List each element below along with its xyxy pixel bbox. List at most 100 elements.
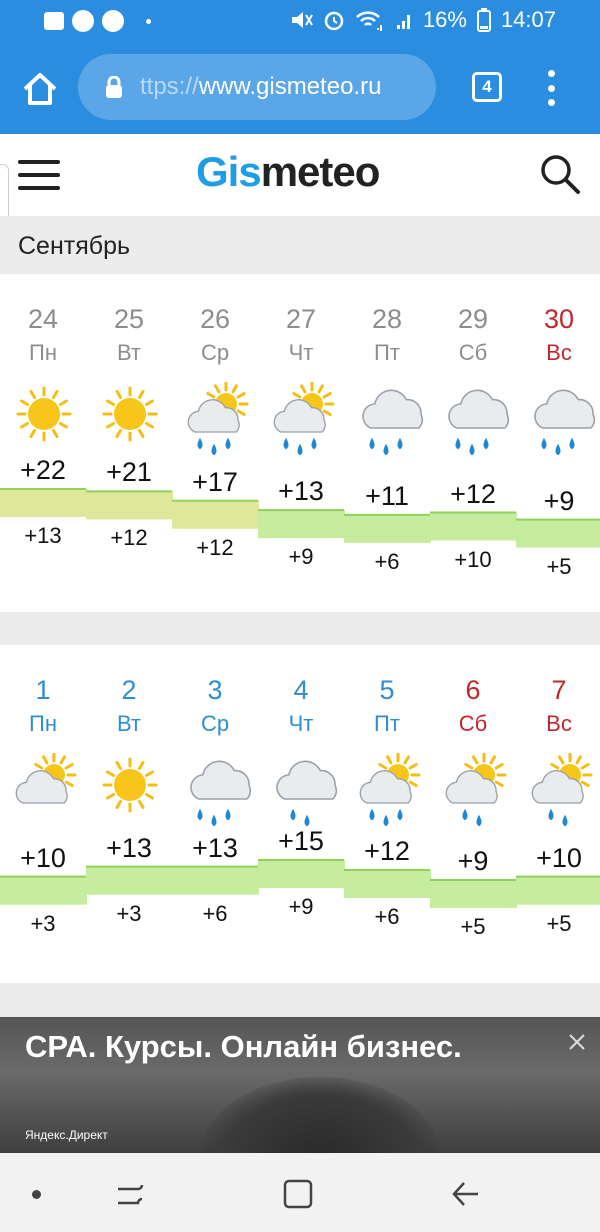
day-name: Пт bbox=[374, 340, 400, 365]
day-number: 4 bbox=[293, 675, 309, 705]
day-name: Вт bbox=[116, 711, 142, 736]
day-column[interactable]: 2 Вт +13 +3 bbox=[86, 645, 172, 983]
sun-cloud-icon bbox=[15, 753, 77, 804]
temp-min: +5 bbox=[546, 553, 572, 579]
day-name: Пт bbox=[374, 711, 400, 736]
gallery-notification-icon bbox=[44, 12, 64, 30]
day-number: 2 bbox=[121, 675, 137, 705]
temp-max: +9 bbox=[457, 846, 489, 876]
hamburger-menu-icon[interactable] bbox=[18, 160, 60, 190]
day-column[interactable]: 24 Пн +22 +13 bbox=[0, 274, 86, 612]
cloud-rain-icon bbox=[448, 389, 510, 456]
temp-min: +6 bbox=[374, 548, 400, 574]
url-host: www.gismeteo.ru bbox=[198, 73, 382, 100]
temp-max: +15 bbox=[278, 826, 324, 856]
signal-icon bbox=[396, 15, 410, 29]
day-column[interactable]: 27 Чт +13 +9 bbox=[258, 274, 344, 612]
home-icon[interactable] bbox=[20, 69, 60, 109]
temp-min: +9 bbox=[288, 894, 314, 919]
day-column[interactable]: 6 Сб +9 +5 bbox=[430, 645, 516, 983]
temp-min: +12 bbox=[110, 525, 148, 551]
day-column[interactable]: 7 Вс +10 +5 bbox=[516, 645, 600, 983]
nav-dot-icon[interactable] bbox=[32, 1190, 41, 1199]
day-column[interactable]: 29 Сб +12 +10 bbox=[430, 274, 516, 612]
temp-min: +3 bbox=[30, 910, 56, 936]
cloud-rain-icon bbox=[362, 389, 424, 456]
search-icon[interactable] bbox=[538, 152, 582, 196]
temp-max: +9 bbox=[543, 485, 575, 516]
temp-min: +12 bbox=[196, 534, 234, 560]
browser-toolbar: ttps://www.gismeteo.ru 4 bbox=[0, 44, 600, 134]
sun-icon bbox=[102, 386, 158, 442]
bank-notification-icon bbox=[72, 10, 94, 32]
day-number: 7 bbox=[551, 675, 567, 705]
ad-headline[interactable]: СРА. Курсы. Онлайн бизнес. bbox=[25, 1029, 462, 1065]
sun-cloud-light-rain-icon bbox=[445, 753, 507, 827]
battery-percent: 16% bbox=[422, 7, 467, 32]
temp-min: +3 bbox=[116, 900, 142, 926]
sun-cloud-light-rain-icon bbox=[531, 753, 593, 827]
temp-max: +22 bbox=[20, 455, 66, 485]
temp-max: +10 bbox=[20, 842, 66, 873]
day-column[interactable]: 3 Ср +13 +6 bbox=[172, 645, 258, 983]
day-column[interactable]: 30 Вс +9 +5 bbox=[516, 274, 600, 612]
ad-banner[interactable]: СРА. Курсы. Онлайн бизнес. Яндекс.Директ bbox=[0, 1017, 600, 1153]
home-button-icon[interactable] bbox=[282, 1177, 314, 1211]
day-name: Сб bbox=[458, 340, 488, 365]
browser-menu-icon[interactable] bbox=[546, 70, 556, 106]
temp-min: +6 bbox=[374, 904, 400, 929]
day-number: 1 bbox=[35, 675, 51, 705]
month-title: Сентябрь bbox=[0, 216, 600, 274]
gismeteo-logo[interactable]: Gismeteo bbox=[196, 148, 381, 196]
temp-min: +5 bbox=[460, 914, 486, 939]
temp-max: +11 bbox=[365, 480, 409, 511]
day-number: 3 bbox=[207, 675, 223, 705]
sun-cloud-rain-icon bbox=[187, 382, 249, 456]
temp-min: +5 bbox=[546, 910, 572, 936]
day-name: Чт bbox=[288, 340, 314, 365]
back-icon[interactable] bbox=[450, 1177, 482, 1211]
day-column[interactable]: 5 Пт +12 +6 bbox=[344, 645, 430, 983]
recent-apps-icon[interactable] bbox=[114, 1177, 146, 1211]
day-name: Пн bbox=[29, 711, 57, 736]
day-column[interactable]: 28 Пт +11 +6 bbox=[344, 274, 430, 612]
sun-cloud-rain-icon bbox=[359, 753, 421, 827]
url-text: ttps://www.gismeteo.ru bbox=[140, 73, 381, 101]
day-number: 26 bbox=[199, 304, 231, 334]
lock-icon bbox=[106, 76, 122, 98]
day-column[interactable]: 26 Ср +17 +12 bbox=[172, 274, 258, 612]
day-number: 28 bbox=[371, 304, 403, 334]
sun-icon bbox=[16, 386, 72, 442]
cloud-rain-icon bbox=[190, 760, 252, 827]
wifi-icon bbox=[356, 11, 382, 31]
more-notifications-icon bbox=[146, 18, 151, 24]
day-name: Вс bbox=[546, 340, 572, 365]
ad-source: Яндекс.Директ bbox=[25, 1128, 108, 1142]
tab-switcher-button[interactable]: 4 bbox=[472, 72, 502, 102]
temp-max: +13 bbox=[106, 832, 152, 863]
sun-cloud-rain-icon bbox=[273, 382, 335, 456]
temp-min: +6 bbox=[202, 900, 228, 926]
day-number: 5 bbox=[379, 675, 395, 705]
alarm-icon bbox=[324, 11, 344, 31]
bank-notification-icon-2 bbox=[102, 10, 124, 32]
day-column[interactable]: 1 Пн +10 +3 bbox=[0, 645, 86, 983]
week-row-1: 24 Пн +22 +13 25 Вт +21 +12 26 Ср +17 +12 27 Чт +13 +9 2… bbox=[0, 274, 600, 612]
cloud-light-rain-icon bbox=[276, 760, 338, 827]
day-name: Вт bbox=[116, 340, 142, 365]
sun-icon bbox=[102, 757, 158, 813]
temp-max: +12 bbox=[364, 836, 410, 866]
close-icon[interactable] bbox=[566, 1031, 588, 1053]
day-column[interactable]: 25 Вт +21 +12 bbox=[86, 274, 172, 612]
logo-meteo: meteo bbox=[260, 148, 381, 195]
day-name: Вс bbox=[546, 711, 572, 736]
address-bar[interactable]: ttps://www.gismeteo.ru bbox=[78, 54, 436, 120]
temp-max: +13 bbox=[278, 476, 324, 507]
day-name: Сб bbox=[458, 711, 488, 736]
app-header: Gismeteo bbox=[0, 134, 600, 216]
temp-max: +21 bbox=[106, 457, 152, 488]
temp-min: +9 bbox=[288, 544, 314, 570]
battery-icon bbox=[476, 8, 491, 32]
day-column[interactable]: 4 Чт +15 +9 bbox=[258, 645, 344, 983]
mute-icon bbox=[291, 12, 313, 28]
